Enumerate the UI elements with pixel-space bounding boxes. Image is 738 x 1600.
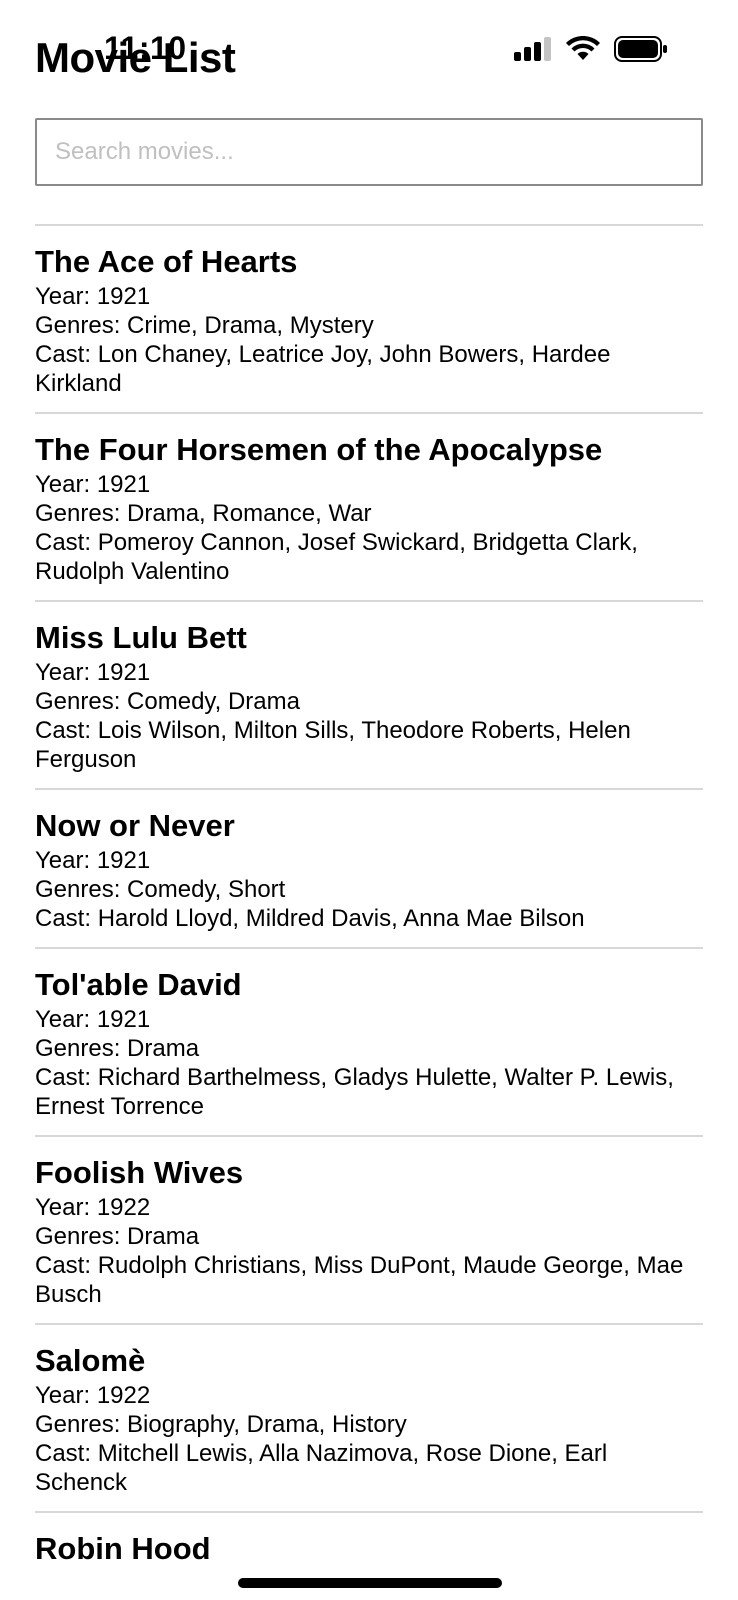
movie-item[interactable]: Salomè Year: 1922 Genres: Biography, Dra… bbox=[35, 1325, 703, 1513]
movie-item[interactable]: The Ace of Hearts Year: 1921 Genres: Cri… bbox=[35, 226, 703, 414]
movie-list[interactable]: The Ace of Hearts Year: 1921 Genres: Cri… bbox=[35, 224, 703, 1572]
cast-value: Rudolph Christians, Miss DuPont, Maude G… bbox=[35, 1252, 684, 1308]
movie-cast: Cast: Lon Chaney, Leatrice Joy, John Bow… bbox=[35, 340, 703, 398]
movie-cast: Cast: Rudolph Christians, Miss DuPont, M… bbox=[35, 1251, 703, 1309]
movie-cast: Cast: Harold Lloyd, Mildred Davis, Anna … bbox=[35, 904, 703, 933]
cast-label: Cast: bbox=[35, 1252, 98, 1279]
genres-value: Biography, Drama, History bbox=[127, 1411, 407, 1438]
cast-value: Lois Wilson, Milton Sills, Theodore Robe… bbox=[35, 717, 631, 773]
year-value: 1921 bbox=[96, 1006, 151, 1033]
movie-item[interactable]: The Four Horsemen of the Apocalypse Year… bbox=[35, 414, 703, 602]
genres-value: Comedy, Short bbox=[127, 876, 286, 903]
cast-label: Cast: bbox=[35, 529, 98, 556]
genres-label: Genres: bbox=[35, 876, 128, 903]
cast-label: Cast: bbox=[35, 341, 98, 368]
genres-label: Genres: bbox=[35, 1223, 128, 1250]
genres-label: Genres: bbox=[35, 1411, 128, 1438]
movie-item[interactable]: Foolish Wives Year: 1922 Genres: Drama C… bbox=[35, 1137, 703, 1325]
cast-label: Cast: bbox=[35, 905, 98, 932]
cast-value: Mitchell Lewis, Alla Nazimova, Rose Dion… bbox=[35, 1440, 608, 1496]
movie-title: Now or Never bbox=[35, 808, 235, 843]
year-value: 1922 bbox=[96, 1382, 151, 1409]
genres-label: Genres: bbox=[35, 688, 128, 715]
cast-label: Cast: bbox=[35, 717, 98, 744]
genres-label: Genres: bbox=[35, 1035, 128, 1062]
cast-value: Lon Chaney, Leatrice Joy, John Bowers, H… bbox=[35, 341, 611, 397]
cast-label: Cast: bbox=[35, 1440, 98, 1467]
genres-value: Comedy, Drama bbox=[127, 688, 300, 715]
movie-year: Year: 1921 bbox=[35, 846, 703, 875]
movie-cast: Cast: Pomeroy Cannon, Josef Swickard, Br… bbox=[35, 528, 703, 586]
movie-genres: Genres: Comedy, Short bbox=[35, 875, 703, 904]
year-label: Year: bbox=[35, 471, 97, 498]
movie-genres: Genres: Comedy, Drama bbox=[35, 687, 703, 716]
genres-value: Drama bbox=[127, 1035, 200, 1062]
genres-value: Drama bbox=[127, 1223, 200, 1250]
cellular-signal-icon bbox=[514, 37, 552, 66]
movie-item[interactable]: Tol'able David Year: 1921 Genres: Drama … bbox=[35, 949, 703, 1137]
movie-genres: Genres: Crime, Drama, Mystery bbox=[35, 311, 703, 340]
movie-title: Foolish Wives bbox=[35, 1155, 244, 1190]
page-title: Movie List bbox=[35, 34, 236, 81]
movie-genres: Genres: Biography, Drama, History bbox=[35, 1410, 703, 1439]
cast-value: Harold Lloyd, Mildred Davis, Anna Mae Bi… bbox=[97, 905, 585, 932]
movie-title: Salomè bbox=[35, 1343, 146, 1378]
movie-year: Year: 1922 bbox=[35, 1381, 703, 1410]
movie-title: Tol'able David bbox=[35, 967, 242, 1002]
cast-value: Pomeroy Cannon, Josef Swickard, Bridgett… bbox=[35, 529, 638, 585]
movie-title: The Ace of Hearts bbox=[35, 244, 298, 279]
year-value: 1921 bbox=[96, 659, 151, 686]
year-label: Year: bbox=[35, 847, 97, 874]
status-icons bbox=[514, 35, 668, 67]
movie-item[interactable]: Robin Hood bbox=[35, 1513, 703, 1572]
movie-year: Year: 1921 bbox=[35, 658, 703, 687]
home-indicator[interactable] bbox=[238, 1578, 502, 1588]
genres-value: Crime, Drama, Mystery bbox=[127, 312, 374, 339]
cast-value: Richard Barthelmess, Gladys Hulette, Wal… bbox=[35, 1064, 674, 1120]
year-label: Year: bbox=[35, 1194, 97, 1221]
genres-label: Genres: bbox=[35, 500, 128, 527]
genres-value: Drama, Romance, War bbox=[127, 500, 372, 527]
battery-icon bbox=[614, 36, 668, 67]
year-label: Year: bbox=[35, 1006, 97, 1033]
app-screen: 11:10 Movie List Search movies... The Ac… bbox=[0, 0, 738, 1600]
movie-year: Year: 1922 bbox=[35, 1193, 703, 1222]
movie-cast: Cast: Mitchell Lewis, Alla Nazimova, Ros… bbox=[35, 1439, 703, 1497]
movie-item[interactable]: Now or Never Year: 1921 Genres: Comedy, … bbox=[35, 790, 703, 949]
year-label: Year: bbox=[35, 1382, 97, 1409]
year-value: 1922 bbox=[96, 1194, 151, 1221]
year-label: Year: bbox=[35, 659, 97, 686]
movie-year: Year: 1921 bbox=[35, 282, 703, 311]
search-input[interactable] bbox=[35, 118, 703, 186]
movie-cast: Cast: Lois Wilson, Milton Sills, Theodor… bbox=[35, 716, 703, 774]
cast-label: Cast: bbox=[35, 1064, 98, 1091]
movie-title: Miss Lulu Bett bbox=[35, 620, 247, 655]
movie-year: Year: 1921 bbox=[35, 1005, 703, 1034]
movie-title: Robin Hood bbox=[35, 1531, 211, 1566]
wifi-icon bbox=[566, 35, 600, 67]
movie-item[interactable]: Miss Lulu Bett Year: 1921 Genres: Comedy… bbox=[35, 602, 703, 790]
genres-label: Genres: bbox=[35, 312, 128, 339]
movie-title: The Four Horsemen of the Apocalypse bbox=[35, 432, 603, 467]
movie-genres: Genres: Drama bbox=[35, 1222, 703, 1251]
year-value: 1921 bbox=[96, 283, 151, 310]
movie-year: Year: 1921 bbox=[35, 470, 703, 499]
movie-genres: Genres: Drama, Romance, War bbox=[35, 499, 703, 528]
movie-genres: Genres: Drama bbox=[35, 1034, 703, 1063]
year-label: Year: bbox=[35, 283, 97, 310]
year-value: 1921 bbox=[96, 847, 151, 874]
year-value: 1921 bbox=[96, 471, 151, 498]
movie-cast: Cast: Richard Barthelmess, Gladys Hulett… bbox=[35, 1063, 703, 1121]
